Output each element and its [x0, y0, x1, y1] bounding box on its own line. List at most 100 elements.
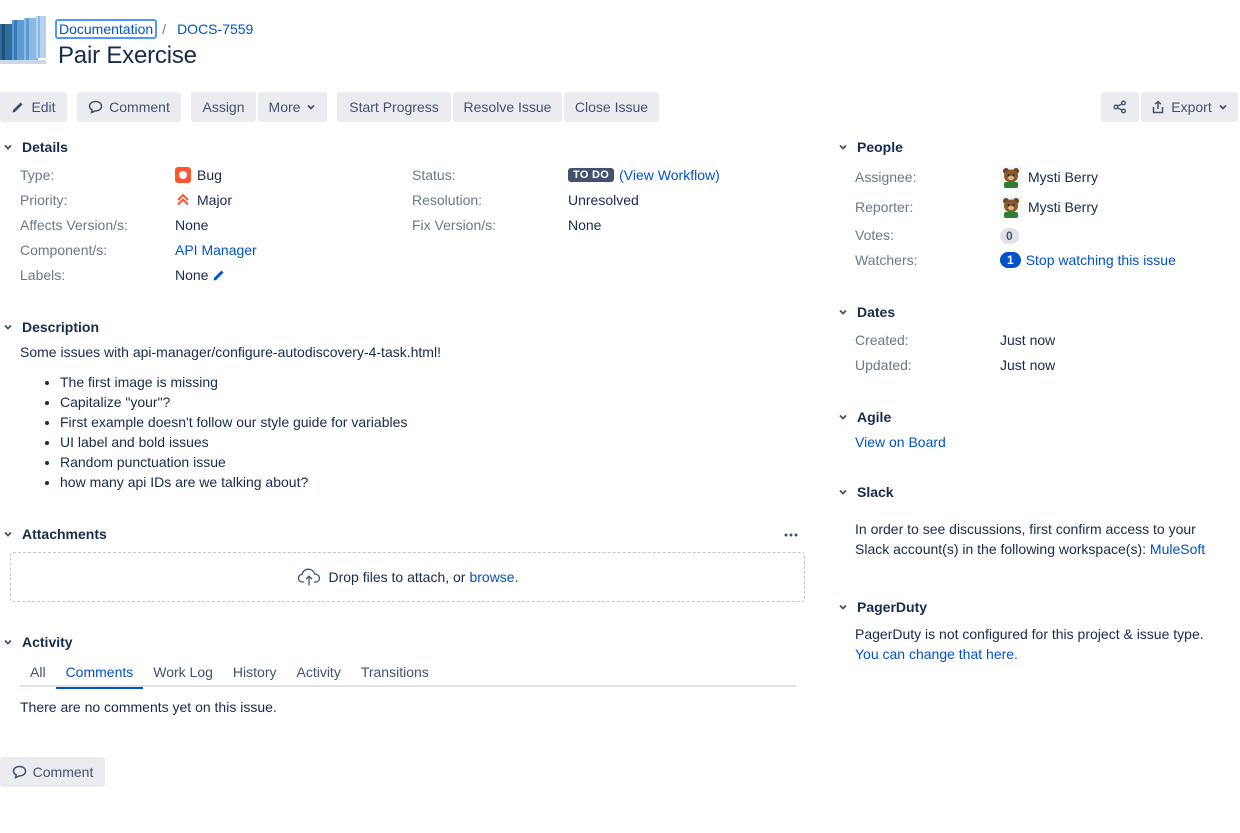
slack-text-line2: Slack account(s) in the following worksp… [855, 539, 1235, 559]
chevron-down-icon [837, 486, 849, 498]
stop-watching-link[interactable]: Stop watching this issue [1026, 252, 1176, 268]
affects-version-label: Affects Version/s: [20, 217, 128, 233]
chevron-down-icon [837, 601, 849, 613]
browse-link[interactable]: browse. [469, 569, 518, 585]
view-workflow-link[interactable]: (View Workflow) [619, 167, 720, 183]
pagerduty-change-link[interactable]: You can change that here. [855, 646, 1018, 662]
list-item: UI label and bold issues [60, 432, 407, 452]
view-on-board-link[interactable]: View on Board [855, 434, 946, 450]
attachment-dropzone[interactable]: Drop files to attach, or browse. [10, 552, 805, 602]
slack-message: In order to see discussions, first confi… [855, 519, 1235, 559]
list-item: Capitalize "your"? [60, 392, 407, 412]
resolution-value: Unresolved [568, 192, 639, 208]
slack-section-toggle[interactable]: Slack [837, 484, 894, 500]
chevron-down-icon [307, 104, 316, 110]
list-item: First example doesn't follow our style g… [60, 412, 407, 432]
labels-value: None [175, 267, 226, 283]
activity-section-toggle[interactable]: Activity [2, 634, 73, 650]
tab-all[interactable]: All [20, 660, 56, 687]
labels-value-text: None [175, 267, 209, 283]
dates-section-toggle[interactable]: Dates [837, 304, 895, 320]
agile-section-toggle[interactable]: Agile [837, 409, 891, 425]
fix-version-label: Fix Version/s: [412, 217, 497, 233]
component-label: Component/s: [20, 242, 108, 258]
list-item: how many api IDs are we talking about? [60, 472, 407, 492]
assignee-value[interactable]: Mysti Berry [1000, 166, 1098, 188]
attachments-more-icon[interactable] [783, 527, 799, 546]
people-section-toggle[interactable]: People [837, 139, 903, 155]
activity-heading: Activity [22, 634, 73, 650]
people-heading: People [857, 139, 903, 155]
status-lozenge: TO DO [568, 168, 615, 182]
project-avatar-icon[interactable] [0, 16, 48, 66]
watchers-value: 1 Stop watching this issue [1000, 252, 1176, 268]
tab-comments[interactable]: Comments [55, 660, 144, 689]
affects-version-value: None [175, 217, 209, 233]
attachments-section-toggle[interactable]: Attachments [2, 526, 107, 542]
votes-count-badge: 0 [1000, 228, 1019, 244]
share-button[interactable] [1101, 92, 1139, 122]
list-item: The first image is missing [60, 372, 407, 392]
agile-heading: Agile [857, 409, 892, 425]
cloud-upload-icon [297, 568, 320, 586]
attachments-heading: Attachments [22, 526, 107, 542]
component-value: API Manager [175, 242, 257, 258]
pagerduty-section-toggle[interactable]: PagerDuty [837, 599, 927, 615]
avatar [1000, 196, 1022, 218]
description-list: The first image is missing Capitalize "y… [60, 372, 407, 492]
chevron-down-icon [1219, 104, 1227, 110]
activity-tabs: All Comments Work Log History Activity T… [20, 660, 796, 689]
priority-major-icon [177, 193, 189, 206]
comment-button-label: Comment [109, 99, 170, 115]
reporter-value[interactable]: Mysti Berry [1000, 196, 1098, 218]
component-link[interactable]: API Manager [175, 242, 257, 258]
watchers-count-badge[interactable]: 1 [1000, 252, 1021, 268]
breadcrumb: Documentation / DOCS-7559 [55, 17, 256, 41]
description-intro[interactable]: Some issues with api-manager/configure-a… [20, 344, 441, 360]
pencil-icon [12, 102, 23, 113]
dates-heading: Dates [857, 304, 896, 320]
start-progress-label: Start Progress [349, 99, 439, 115]
resolve-issue-label: Resolve Issue [463, 99, 552, 115]
type-value-text: Bug [197, 167, 222, 183]
edit-labels-pencil-icon[interactable] [212, 268, 226, 282]
resolve-issue-button[interactable]: Resolve Issue [453, 92, 562, 122]
comment-button[interactable]: Comment [77, 92, 181, 122]
more-button[interactable]: More [258, 92, 327, 122]
assign-button[interactable]: Assign [191, 92, 256, 122]
chevron-down-icon [837, 306, 849, 318]
export-button[interactable]: Export [1141, 92, 1238, 122]
priority-value: Major [175, 192, 232, 208]
assignee-label: Assignee: [855, 169, 917, 185]
slack-workspace-link[interactable]: MuleSoft [1150, 541, 1205, 557]
tab-transitions[interactable]: Transitions [351, 660, 439, 687]
breadcrumb-issue-key-link[interactable]: DOCS-7559 [174, 19, 256, 39]
votes-value[interactable]: 0 [1000, 228, 1019, 244]
description-section-toggle[interactable]: Description [2, 319, 99, 335]
status-value: TO DO (View Workflow) [568, 167, 720, 183]
edit-button[interactable]: Edit [0, 92, 67, 122]
description-heading: Description [22, 319, 100, 335]
tab-work-log[interactable]: Work Log [143, 660, 223, 687]
reporter-name: Mysti Berry [1028, 199, 1098, 215]
export-icon [1153, 100, 1164, 114]
start-progress-button[interactable]: Start Progress [337, 92, 451, 122]
status-label: Status: [412, 167, 456, 183]
updated-value: Just now [1000, 357, 1056, 373]
add-comment-button[interactable]: Comment [0, 757, 105, 787]
chevron-down-icon [2, 636, 14, 648]
bug-icon [175, 167, 191, 183]
close-issue-button[interactable]: Close Issue [564, 92, 659, 122]
assignee-name: Mysti Berry [1028, 169, 1098, 185]
more-button-label: More [268, 99, 301, 115]
created-value: Just now [1000, 332, 1056, 348]
priority-value-text: Major [197, 192, 233, 208]
details-section-toggle[interactable]: Details [2, 139, 68, 155]
tab-activity[interactable]: Activity [286, 660, 350, 687]
tab-history[interactable]: History [223, 660, 287, 687]
breadcrumb-project-link[interactable]: Documentation [55, 19, 158, 39]
list-item: Random punctuation issue [60, 452, 407, 472]
breadcrumb-separator: / [162, 21, 167, 37]
type-label: Type: [20, 167, 55, 183]
issue-title[interactable]: Pair Exercise [58, 42, 197, 70]
